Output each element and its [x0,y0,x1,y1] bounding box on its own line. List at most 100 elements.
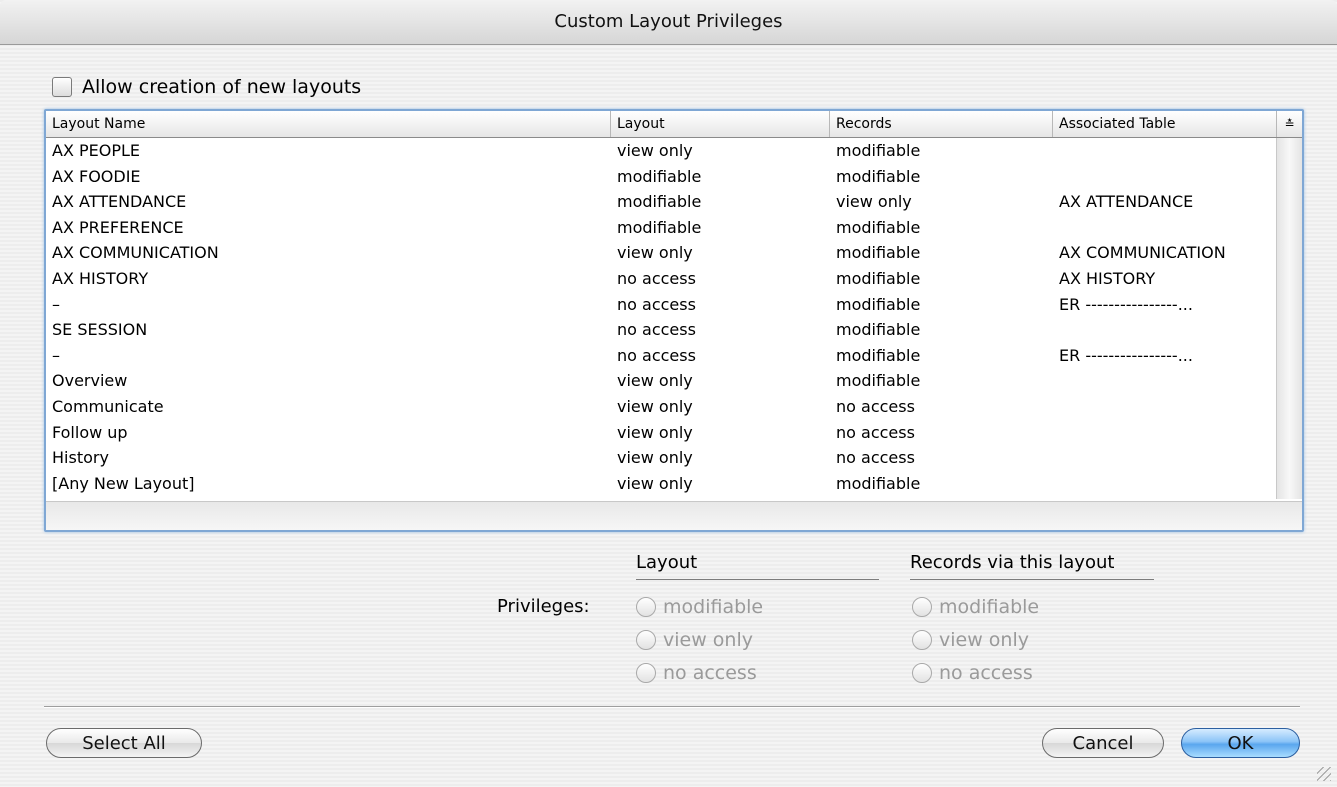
cell-associated-table [1053,471,1275,497]
cell-associated-table: ER ----------------... [1059,294,1193,314]
cell-layout-privilege: view only [617,396,693,416]
table-row[interactable]: AX ATTENDANCE modifiable view only AX ATTEN… [46,189,1275,215]
table-row[interactable]: AX PREFERENCE modifiable modifiable [46,215,1275,241]
records-radio-view-only[interactable]: view only [912,623,1039,656]
layout-privileges-heading: Layout [636,552,879,580]
records-radio-modifiable[interactable]: modifiable [912,590,1039,623]
cell-layout-name: AX COMMUNICATION [52,243,219,263]
allow-new-layouts-row[interactable]: Allow creation of new layouts [52,74,361,100]
cell-records-privilege: modifiable [836,473,921,493]
allow-new-layouts-checkbox[interactable] [52,77,72,97]
cell-associated-table [1053,420,1275,446]
resize-grip-icon[interactable] [1317,767,1331,781]
table-row[interactable]: AX COMMUNICATION view only modifiable AX CO… [46,240,1275,266]
layout-radio-view-only[interactable]: view only [636,623,763,656]
table-body: AX PEOPLE view only modifiable AX FOODIE mod… [46,138,1275,499]
cell-layout-name: AX PREFERENCE [52,217,184,237]
cell-layout-name: Communicate [52,396,164,416]
layouts-table[interactable]: Layout Name Layout Records Associated Ta… [44,109,1304,532]
cell-layout-privilege: no access [617,268,696,288]
cell-associated-table [1053,215,1275,241]
cell-records-privilege: no access [836,422,915,442]
cell-layout-name: [Any New Layout] [52,473,195,493]
radio-label: no access [939,661,1033,684]
vertical-scrollbar[interactable] [1276,138,1302,499]
table-row[interactable]: AX FOODIE modifiable modifiable [46,164,1275,190]
cell-layout-name: AX PEOPLE [52,141,141,160]
cell-associated-table [1053,394,1275,420]
cell-records-privilege: no access [836,448,915,468]
cell-layout-privilege: modifiable [617,192,702,212]
radio-button-icon[interactable] [636,629,656,650]
radio-button-icon[interactable] [636,596,656,617]
cell-associated-table [1053,445,1275,471]
cancel-button[interactable]: Cancel [1042,728,1164,758]
cell-associated-table: AX COMMUNICATION [1059,243,1226,263]
table-row[interactable]: [Any New Layout] view only modifiable [46,471,1275,497]
cell-associated-table [1053,164,1275,190]
radio-button-icon[interactable] [912,596,932,617]
cell-records-privilege: modifiable [836,371,921,391]
table-row[interactable]: SE SESSION no access modifiable [46,317,1275,343]
records-privileges-heading: Records via this layout [910,552,1154,580]
cell-records-privilege: view only [836,192,912,212]
cell-layout-privilege: no access [617,320,696,340]
cell-associated-table: ER ----------------... [1059,345,1193,365]
allow-new-layouts-label[interactable]: Allow creation of new layouts [82,76,361,98]
column-sort-icon[interactable]: ≛ [1277,111,1302,137]
table-row[interactable]: Overview view only modifiable [46,368,1275,394]
cell-layout-name: – [52,345,60,365]
cell-associated-table [1053,317,1275,343]
cell-layout-name: AX ATTENDANCE [52,192,187,212]
cell-records-privilege: modifiable [836,268,921,288]
table-row[interactable]: AX HISTORY no access modifiable AX HISTORY [46,266,1275,292]
column-header-associated-table[interactable]: Associated Table [1053,111,1277,137]
layout-radio-no-access[interactable]: no access [636,656,763,689]
radio-label: no access [663,661,757,684]
cell-layout-privilege: modifiable [617,217,702,237]
footer-divider [44,706,1300,707]
cell-layout-name: Overview [52,371,128,391]
table-row[interactable]: History view only no access [46,445,1275,471]
cell-layout-name: Follow up [52,422,128,442]
layout-radio-modifiable[interactable]: modifiable [636,590,763,623]
table-row[interactable]: Follow up view only no access [46,420,1275,446]
cell-layout-privilege: no access [617,294,696,314]
cell-layout-privilege: view only [617,141,693,160]
column-header-layout-name[interactable]: Layout Name [46,111,611,137]
cell-records-privilege: modifiable [836,320,921,340]
cell-layout-name: AX FOODIE [52,166,141,186]
cell-layout-privilege: view only [617,473,693,493]
radio-label: modifiable [939,595,1040,618]
privileges-label: Privileges: [497,596,590,617]
records-radio-no-access[interactable]: no access [912,656,1039,689]
cell-layout-name: SE SESSION [52,320,148,340]
radio-label: modifiable [663,595,764,618]
cell-records-privilege: modifiable [836,243,921,263]
table-row[interactable]: Communicate view only no access [46,394,1275,420]
cell-layout-privilege: view only [617,243,693,263]
radio-button-icon[interactable] [636,662,656,683]
ok-button[interactable]: OK [1181,728,1300,758]
cell-records-privilege: modifiable [836,345,921,365]
column-header-records[interactable]: Records [830,111,1053,137]
column-header-layout[interactable]: Layout [611,111,830,137]
cell-layout-privilege: view only [617,371,693,391]
cell-records-privilege: modifiable [836,217,921,237]
table-row[interactable]: – no access modifiable ER ----------------.… [46,292,1275,318]
cell-records-privilege: modifiable [836,294,921,314]
radio-button-icon[interactable] [912,662,932,683]
table-row[interactable]: AX PEOPLE view only modifiable [46,138,1275,164]
cell-associated-table: AX HISTORY [1059,268,1156,288]
radio-label: view only [939,628,1029,651]
radio-button-icon[interactable] [912,629,932,650]
select-all-button[interactable]: Select All [46,728,202,758]
table-row[interactable]: – no access modifiable ER ----------------.… [46,343,1275,369]
horizontal-scrollbar[interactable] [46,501,1302,530]
cell-layout-privilege: no access [617,345,696,365]
cell-layout-privilege: view only [617,448,693,468]
cell-layout-name: AX HISTORY [52,268,149,288]
table-header: Layout Name Layout Records Associated Ta… [46,111,1302,138]
layout-privilege-radio-group: modifiable view only no access [636,590,763,689]
cell-layout-privilege: view only [617,422,693,442]
